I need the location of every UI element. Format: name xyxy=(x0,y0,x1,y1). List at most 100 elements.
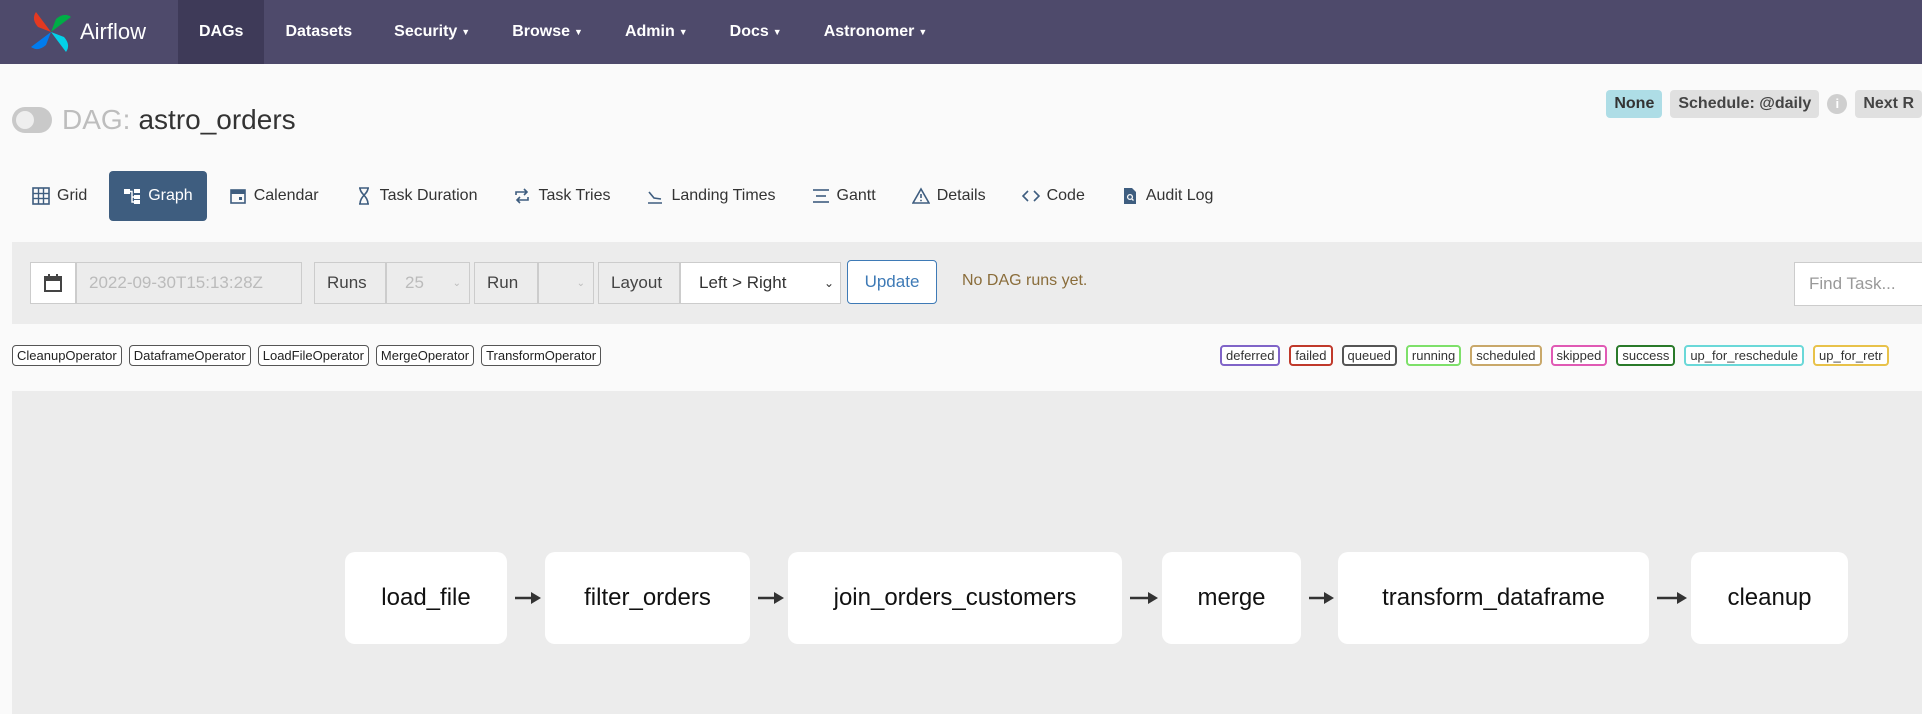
state-legend-item[interactable]: up_for_retr xyxy=(1813,345,1889,366)
nav-label: Astronomer xyxy=(823,23,915,40)
edge-arrow xyxy=(1309,592,1334,604)
graph-icon xyxy=(123,187,141,205)
find-task-input[interactable]: Find Task... xyxy=(1794,262,1922,306)
operator-legend: CleanupOperator DataframeOperator LoadFile… xyxy=(12,345,602,366)
controls-panel: 2022-09-30T15:13:28Z Runs 25 ⌄ Run ⌄ Layo… xyxy=(12,242,1922,324)
nav-label: Admin xyxy=(624,23,675,40)
dag-title-row: DAG: astro_orders xyxy=(12,100,296,140)
nav-browse[interactable]: Browse ▼ xyxy=(491,0,604,64)
tab-task-tries[interactable]: Task Tries xyxy=(499,171,624,221)
caret-down-icon: ▼ xyxy=(461,27,471,37)
dataset-badge: None xyxy=(1606,90,1663,118)
tab-label: Task Duration xyxy=(379,187,478,204)
tab-graph[interactable]: Graph xyxy=(109,171,207,221)
tab-landing-times[interactable]: Landing Times xyxy=(632,171,789,221)
tab-task-duration[interactable]: Task Duration xyxy=(341,171,492,221)
caret-down-icon: ▼ xyxy=(678,27,688,37)
nav-label: Security xyxy=(394,23,458,40)
state-legend-item[interactable]: running xyxy=(1405,345,1462,366)
caret-down-icon: ▼ xyxy=(772,27,782,37)
calendar-icon xyxy=(44,274,62,292)
tab-audit-log[interactable]: Audit Log xyxy=(1107,171,1228,221)
run-label: Run xyxy=(474,262,538,304)
grid-icon xyxy=(32,187,50,205)
nav-security[interactable]: Security ▼ xyxy=(373,0,491,64)
dag-id: astro_orders xyxy=(138,104,296,135)
tab-label: Grid xyxy=(57,187,88,204)
state-legend: deferred failed queued running scheduled skip… xyxy=(1220,345,1889,366)
nav-dags[interactable]: DAGs xyxy=(178,0,265,64)
edge-arrow xyxy=(1657,592,1687,604)
nav-astronomer[interactable]: Astronomer ▼ xyxy=(803,0,949,64)
task-node[interactable]: merge xyxy=(1162,552,1301,644)
runs-label: Runs xyxy=(314,262,386,304)
airflow-logo-icon xyxy=(31,12,71,52)
edge-arrow xyxy=(1130,592,1158,604)
caret-down-icon: ▼ xyxy=(574,27,583,37)
pause-toggle[interactable] xyxy=(12,107,52,133)
runs-select[interactable]: 25 ⌄ xyxy=(386,262,470,304)
gantt-icon xyxy=(812,187,830,205)
chevron-down-icon: ⌄ xyxy=(823,276,834,290)
schedule-area: None Schedule: @daily i Next R xyxy=(1606,90,1922,118)
task-node[interactable]: join_orders_customers xyxy=(788,552,1122,644)
run-select[interactable]: ⌄ xyxy=(538,262,594,304)
nav-label: Datasets xyxy=(285,23,353,40)
tab-label: Audit Log xyxy=(1145,187,1214,204)
nav-docs[interactable]: Docs ▼ xyxy=(709,0,803,64)
state-legend-item[interactable]: skipped xyxy=(1550,345,1608,366)
task-node[interactable]: cleanup xyxy=(1691,552,1848,644)
base-date-input[interactable]: 2022-09-30T15:13:28Z xyxy=(76,262,302,304)
tab-grid[interactable]: Grid xyxy=(18,171,101,221)
tab-calendar[interactable]: Calendar xyxy=(215,171,333,221)
dag-prefix: DAG: xyxy=(62,104,131,135)
info-icon[interactable]: i xyxy=(1827,94,1848,114)
tab-label: Landing Times xyxy=(671,187,776,204)
state-legend-item[interactable]: scheduled xyxy=(1470,345,1542,366)
tab-code[interactable]: Code xyxy=(1008,171,1099,221)
state-legend-item[interactable]: failed xyxy=(1289,345,1333,366)
nav-datasets[interactable]: Datasets xyxy=(264,0,373,64)
layout-value: Left > Right xyxy=(699,273,787,292)
calendar-button[interactable] xyxy=(30,262,76,304)
runs-value: 25 xyxy=(405,273,424,292)
file-search-icon xyxy=(1121,187,1139,205)
brand-link[interactable]: Airflow xyxy=(0,0,178,64)
tab-gantt[interactable]: Gantt xyxy=(798,171,890,221)
state-legend-item[interactable]: success xyxy=(1616,345,1676,366)
nav-label: Docs xyxy=(729,23,769,40)
tab-label: Calendar xyxy=(253,187,319,204)
operator-legend-item: DataframeOperator xyxy=(128,345,251,366)
tab-label: Graph xyxy=(148,187,193,204)
next-run-badge: Next R xyxy=(1855,90,1922,118)
nav-admin[interactable]: Admin ▼ xyxy=(604,0,709,64)
tab-label: Gantt xyxy=(836,187,876,204)
brand-name: Airflow xyxy=(80,19,147,44)
task-node[interactable]: filter_orders xyxy=(545,552,750,644)
status-message: No DAG runs yet. xyxy=(962,272,1088,289)
operator-legend-item: MergeOperator xyxy=(375,345,475,366)
state-legend-item[interactable]: deferred xyxy=(1220,345,1281,366)
warning-triangle-icon xyxy=(911,187,930,205)
update-button[interactable]: Update xyxy=(847,260,937,304)
view-tabs: Grid Graph Calendar Task Duration Task Tries… xyxy=(18,171,1235,221)
nav-label: DAGs xyxy=(199,23,244,40)
hourglass-icon xyxy=(355,187,373,205)
tab-details[interactable]: Details xyxy=(898,171,1000,221)
nav-label: Browse xyxy=(512,23,571,40)
state-legend-item[interactable]: up_for_reschedule xyxy=(1684,345,1805,366)
operator-legend-item: CleanupOperator xyxy=(12,345,122,366)
schedule-badge: Schedule: @daily xyxy=(1670,90,1820,118)
tab-label: Task Tries xyxy=(538,187,611,204)
operator-legend-item: LoadFileOperator xyxy=(257,345,369,366)
graph-canvas[interactable]: load_file filter_orders join_orders_custom… xyxy=(12,391,1922,714)
top-navbar: Airflow DAGs Datasets Security ▼ Browse ▼ Admi… xyxy=(0,0,1922,64)
tab-label: Code xyxy=(1046,187,1085,204)
edge-arrow xyxy=(515,592,541,604)
task-node[interactable]: transform_dataframe xyxy=(1338,552,1649,644)
code-icon xyxy=(1021,187,1040,205)
state-legend-item[interactable]: queued xyxy=(1341,345,1397,366)
layout-select[interactable]: Left > Right ⌄ xyxy=(680,262,841,304)
layout-label: Layout xyxy=(598,262,680,304)
task-node[interactable]: load_file xyxy=(345,552,507,644)
